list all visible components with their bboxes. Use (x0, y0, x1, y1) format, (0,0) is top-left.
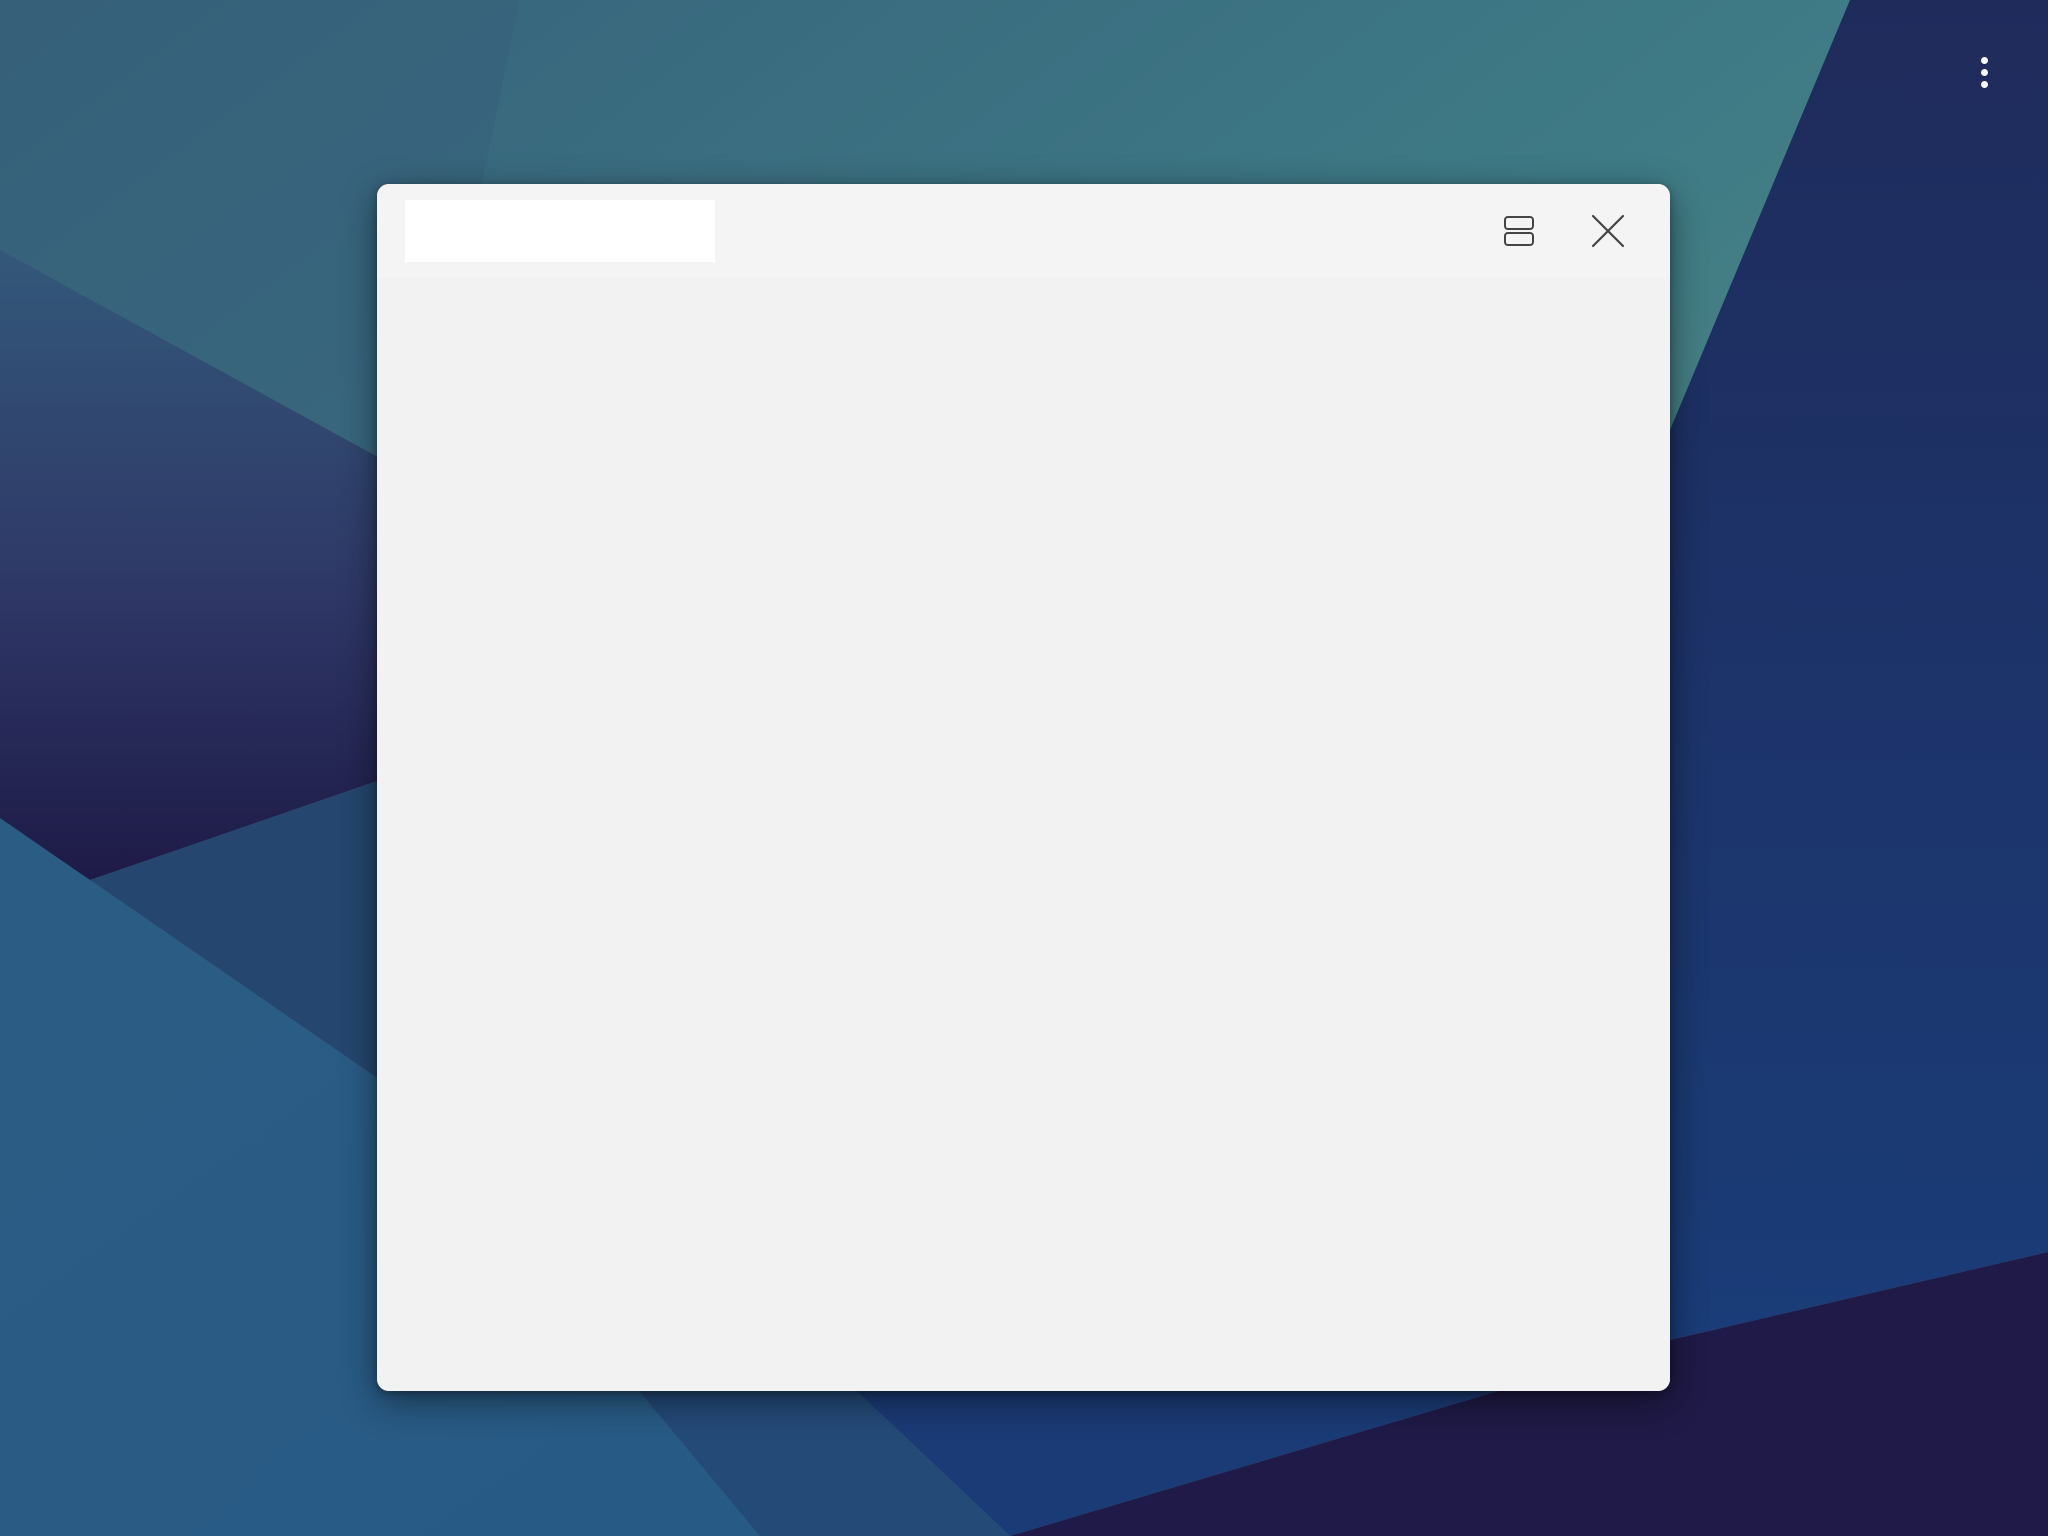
desktop (0, 0, 2048, 1536)
window-title[interactable] (405, 200, 715, 262)
more-vertical-icon (1980, 56, 1988, 64)
app-window (377, 184, 1670, 1391)
overflow-menu-button[interactable] (1963, 46, 2005, 98)
more-vertical-icon-dot (1980, 80, 1988, 88)
split-view-button[interactable] (1491, 203, 1547, 259)
window-titlebar[interactable] (377, 184, 1670, 278)
more-vertical-icon-dot (1980, 68, 1988, 76)
close-icon (1591, 214, 1625, 248)
close-button[interactable] (1580, 203, 1636, 259)
window-content-area (377, 278, 1670, 1391)
split-view-icon (1504, 216, 1534, 246)
